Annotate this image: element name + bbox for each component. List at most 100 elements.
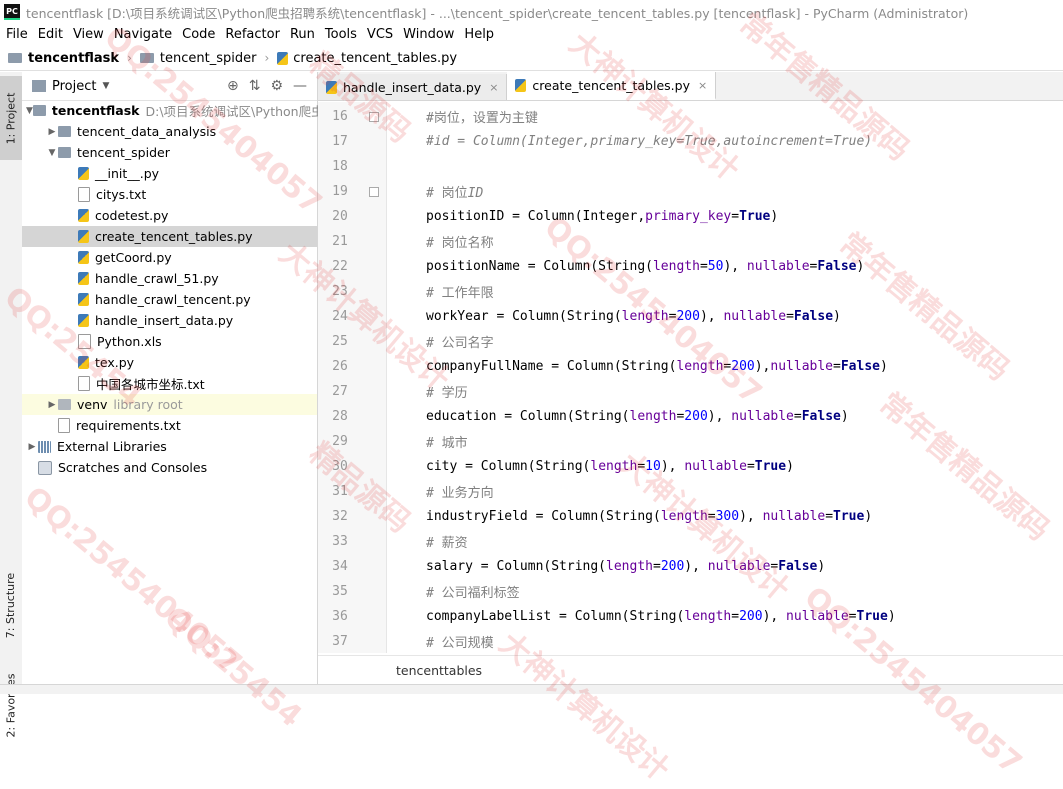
expand-arrow-icon[interactable]: ▼ — [46, 148, 58, 158]
collapse-arrow-icon[interactable]: ▶ — [46, 127, 58, 137]
line-number: 19 — [332, 184, 348, 199]
code-line: 31 # 业务方向 — [318, 479, 1063, 504]
tree-item-label: tencent_data_analysis — [77, 124, 217, 139]
code-line: 37 # 公司规模 — [318, 629, 1063, 653]
tree-item[interactable]: create_tencent_tables.py — [22, 226, 317, 247]
code-editor: handle_insert_data.py × create_tencent_tab… — [318, 72, 1063, 684]
collapse-all-icon[interactable]: ⇅ — [249, 78, 261, 94]
tree-item[interactable]: ▶ tencent_data_analysis — [22, 121, 317, 142]
tree-item-label: __init__.py — [95, 166, 160, 181]
code-text: education = Column(String(length=200), n… — [426, 409, 849, 424]
editor-breadcrumb[interactable]: tencenttables — [318, 655, 1063, 684]
project-view-selector[interactable]: Project — [52, 79, 96, 94]
structure-tool-tab[interactable]: 7: Structure — [0, 562, 22, 648]
line-number: 36 — [332, 609, 348, 624]
menu-window[interactable]: Window — [397, 27, 458, 42]
menu-vcs[interactable]: VCS — [361, 27, 397, 42]
code-line: 24 workYear = Column(String(length=200), … — [318, 304, 1063, 329]
code-text: salary = Column(String(length=200), null… — [426, 559, 826, 574]
code-text: companyFullName = Column(String(length=2… — [426, 359, 888, 374]
lib-icon — [38, 440, 51, 453]
menu-run[interactable]: Run — [284, 27, 319, 42]
breadcrumb-folder[interactable]: tencent_spider — [139, 51, 256, 66]
tree-item[interactable]: __init__.py — [22, 163, 317, 184]
line-number: 29 — [332, 434, 348, 449]
editor-tab[interactable]: create_tencent_tables.py × — [507, 72, 717, 100]
code-text: # 公司规模 — [426, 636, 494, 651]
code-line: 25 # 公司名字 — [318, 329, 1063, 354]
close-tab-icon[interactable]: × — [698, 79, 707, 92]
scratch-icon — [38, 460, 52, 475]
tree-item-label: codetest.py — [95, 208, 169, 223]
editor-breadcrumb-class[interactable]: tencenttables — [396, 663, 482, 678]
python-file-icon — [326, 80, 337, 94]
menu-refactor[interactable]: Refactor — [219, 27, 284, 42]
tree-item[interactable]: Python.xls — [22, 331, 317, 352]
tree-item[interactable]: citys.txt — [22, 184, 317, 205]
code-line: 27 # 学历 — [318, 379, 1063, 404]
tree-item[interactable]: ▶ venv library root — [22, 394, 317, 415]
tree-item[interactable]: ▼ tencent_spider — [22, 142, 317, 163]
settings-gear-icon[interactable]: ⚙ — [270, 78, 283, 94]
tree-item[interactable]: getCoord.py — [22, 247, 317, 268]
menu-edit[interactable]: Edit — [32, 27, 67, 42]
tree-item[interactable]: ▼ tencentflask D:\项目系统调试区\Python爬虫招 — [22, 100, 336, 121]
editor-tab[interactable]: handle_insert_data.py × — [318, 74, 508, 100]
tree-item[interactable]: handle_crawl_tencent.py — [22, 289, 317, 310]
tree-item[interactable]: codetest.py — [22, 205, 317, 226]
tree-item-label: handle_crawl_51.py — [95, 271, 219, 286]
line-number: 26 — [332, 359, 348, 374]
py-icon — [78, 272, 89, 285]
code-text: # 岗位名称 — [426, 236, 494, 251]
menu-navigate[interactable]: Navigate — [108, 27, 176, 42]
tree-item[interactable]: handle_insert_data.py — [22, 310, 317, 331]
tree-item[interactable]: tex.py — [22, 352, 317, 373]
py-icon — [78, 314, 89, 327]
tree-item[interactable]: ▶ External Libraries — [22, 436, 317, 457]
code-line: 20 positionID = Column(Integer,primary_ke… — [318, 204, 1063, 229]
code-line: 17 #id = Column(Integer,primary_key=True,… — [318, 129, 1063, 154]
menu-view[interactable]: View — [67, 27, 108, 42]
tree-item[interactable]: requirements.txt — [22, 415, 317, 436]
collapse-arrow-icon[interactable]: ▶ — [26, 442, 38, 452]
dropdown-arrow-icon[interactable]: ▼ — [102, 81, 109, 91]
folder-icon — [8, 53, 22, 63]
code-line: 28 education = Column(String(length=200),… — [318, 404, 1063, 429]
project-panel-header: Project ▼ ⊕ ⇅ ⚙ — — [22, 72, 317, 101]
expand-arrow-icon[interactable]: ▼ — [26, 106, 33, 116]
project-tool-tab[interactable]: 1: Project — [0, 76, 22, 160]
code-line: 18 — [318, 154, 1063, 179]
tree-item-label: tencentflask — [51, 103, 140, 118]
line-number: 28 — [332, 409, 348, 424]
collapse-arrow-icon[interactable]: ▶ — [46, 400, 58, 410]
tree-item[interactable]: handle_crawl_51.py — [22, 268, 317, 289]
line-number: 21 — [332, 234, 348, 249]
code-area[interactable]: 16 #岗位，设置为主键 17 #id = Column(Integer,primar… — [318, 102, 1063, 653]
editor-tab-bar: handle_insert_data.py × create_tencent_tab… — [318, 72, 1063, 101]
locate-file-icon[interactable]: ⊕ — [227, 78, 239, 94]
menu-help[interactable]: Help — [458, 27, 498, 42]
breadcrumb-separator-icon: › — [127, 51, 132, 65]
fold-marker-icon[interactable] — [362, 186, 386, 197]
tree-item[interactable]: 中国各城市坐标.txt — [22, 373, 317, 394]
tree-item[interactable]: Scratches and Consoles — [22, 457, 317, 478]
code-line: 22 positionName = Column(String(length=50… — [318, 254, 1063, 279]
line-number: 17 — [332, 134, 348, 149]
py-icon — [78, 209, 89, 222]
line-number: 25 — [332, 334, 348, 349]
fold-marker-icon[interactable] — [362, 111, 386, 122]
title-bar: PC tencentflask [D:\项目系统调试区\Python爬虫招聘系统… — [0, 0, 1063, 24]
breadcrumb-file[interactable]: create_tencent_tables.py — [277, 51, 457, 66]
breadcrumb-project[interactable]: tencentflask — [8, 51, 119, 66]
close-tab-icon[interactable]: × — [489, 81, 498, 94]
hide-panel-icon[interactable]: — — [293, 78, 307, 94]
code-line: 35 # 公司福利标签 — [318, 579, 1063, 604]
line-number: 18 — [332, 159, 348, 174]
window-title: tencentflask [D:\项目系统调试区\Python爬虫招聘系统\te… — [26, 5, 969, 21]
menu-tools[interactable]: Tools — [319, 27, 361, 42]
menu-code[interactable]: Code — [176, 27, 219, 42]
tree-item-label: create_tencent_tables.py — [95, 229, 253, 244]
menu-file[interactable]: File — [0, 27, 32, 42]
favorites-tool-tab[interactable]: 2: Favorites — [0, 662, 22, 748]
tree-item-detail: D:\项目系统调试区\Python爬虫招 — [145, 104, 337, 119]
